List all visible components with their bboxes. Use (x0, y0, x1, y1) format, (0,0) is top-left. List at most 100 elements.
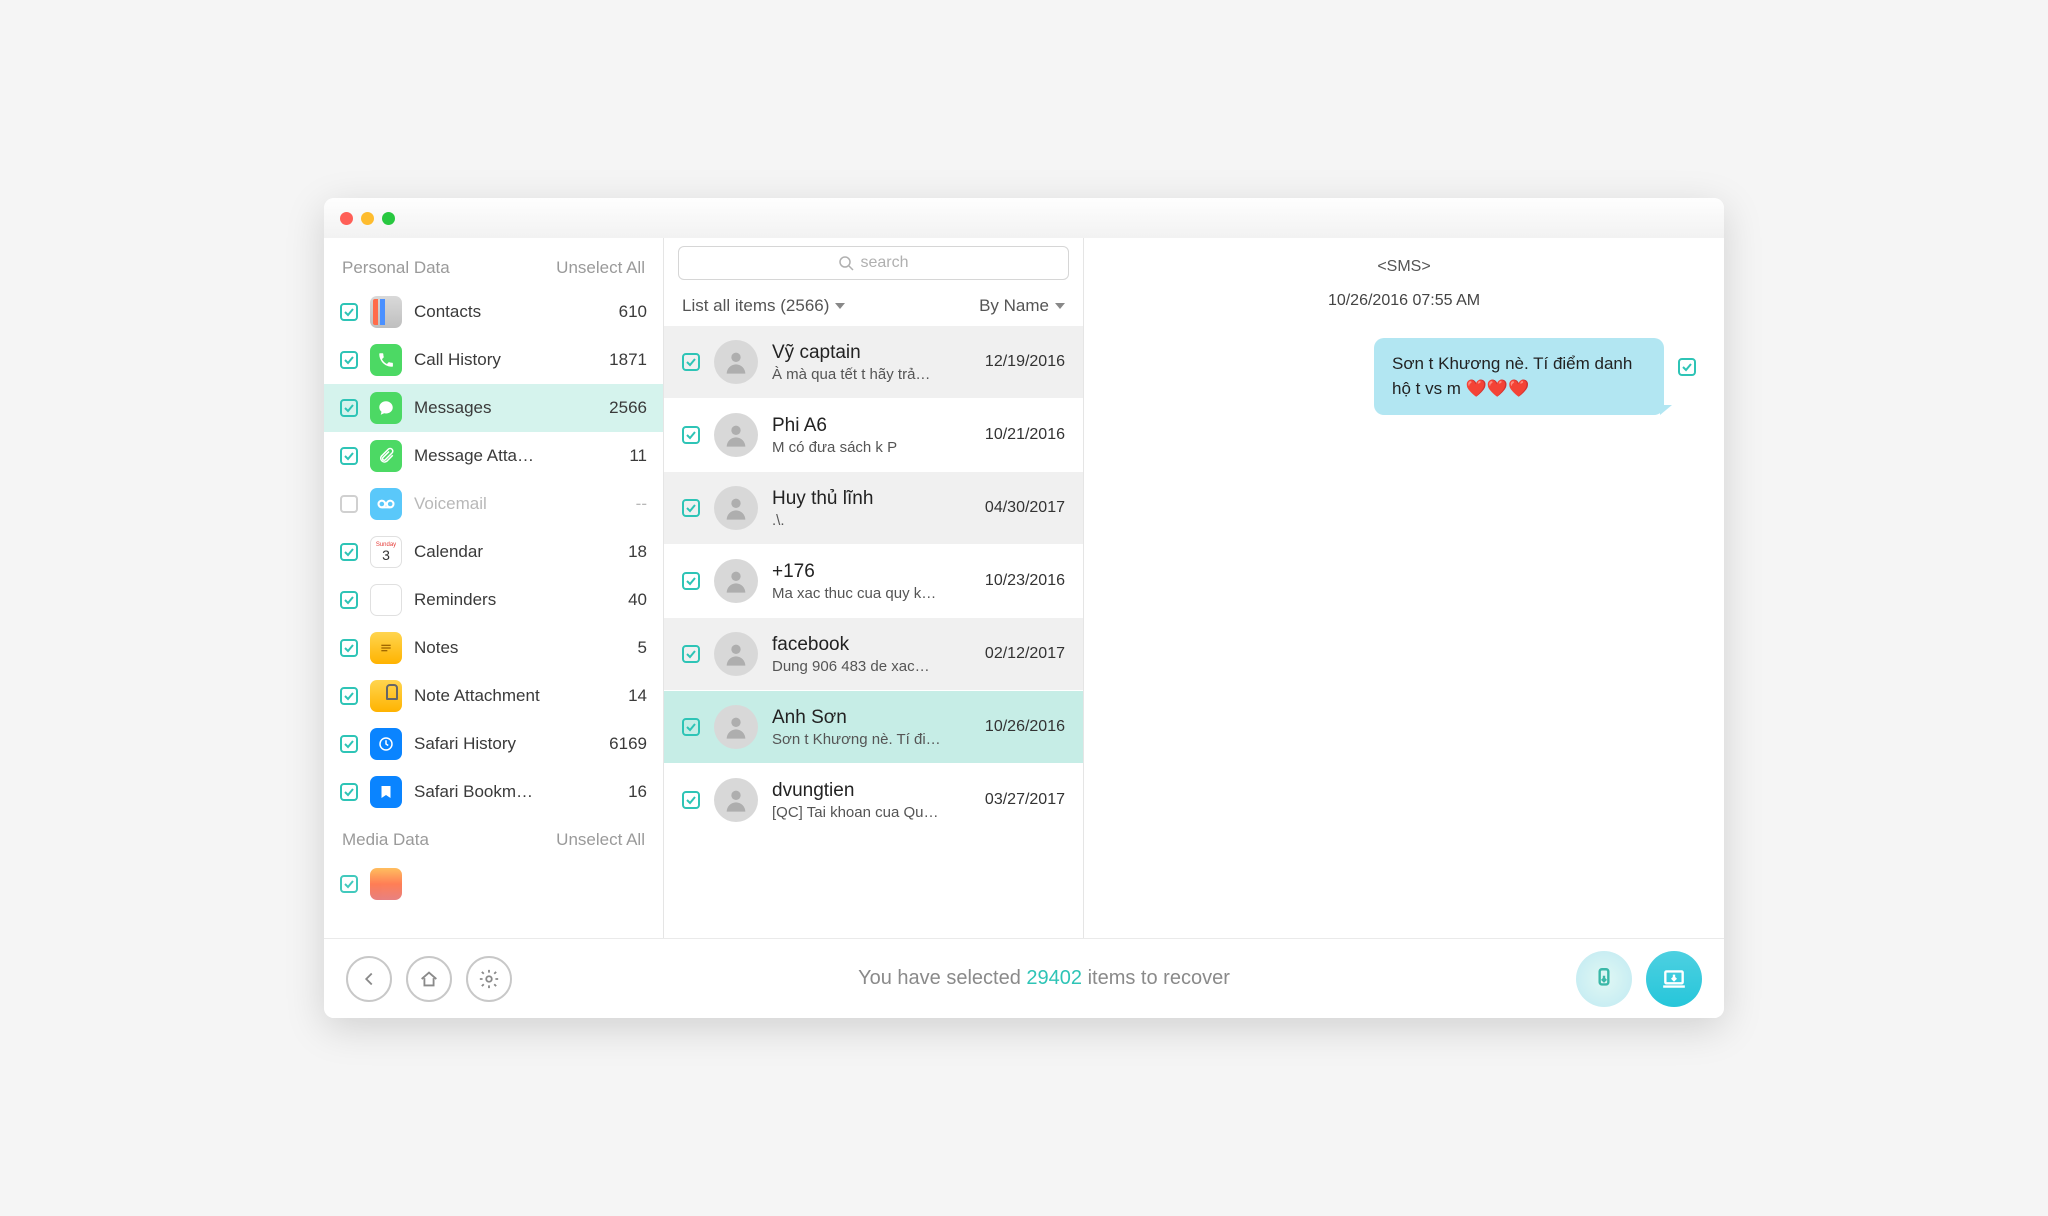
window-close-button[interactable] (340, 212, 353, 225)
sidebar-item-safari-bookm-[interactable]: Safari Bookm… 16 (324, 768, 663, 816)
sidebar-item-count: 18 (603, 542, 647, 562)
search-input[interactable]: search (678, 246, 1069, 280)
chevron-down-icon (835, 303, 845, 309)
checkbox-icon[interactable] (340, 351, 358, 369)
app-icon (370, 440, 402, 472)
sidebar-item-calendar[interactable]: Sunday3Calendar18 (324, 528, 663, 576)
sidebar-item-reminders[interactable]: Reminders40 (324, 576, 663, 624)
app-icon (370, 776, 402, 808)
window-minimize-button[interactable] (361, 212, 374, 225)
back-button[interactable] (346, 956, 392, 1002)
sidebar-item-count: 16 (603, 782, 647, 802)
sidebar-item-label: Note Attachment (414, 686, 591, 706)
message-row: Sơn t Khương nè. Tí điểm danh hộ t vs m … (1112, 338, 1696, 415)
message-checkbox[interactable] (1678, 358, 1696, 376)
window-maximize-button[interactable] (382, 212, 395, 225)
sidebar-item-label: Contacts (414, 302, 591, 322)
thread-name: Vỹ captain (772, 342, 971, 364)
thread-checkbox[interactable] (682, 791, 700, 809)
thread-checkbox[interactable] (682, 645, 700, 663)
sidebar-item-count: 5 (603, 638, 647, 658)
selection-status: You have selected 29402 items to recover (526, 967, 1562, 990)
sidebar-item-message-atta-[interactable]: Message Atta…11 (324, 432, 663, 480)
thread-item[interactable]: +176Ma xac thuc cua quy k…10/23/2016 (664, 545, 1083, 618)
filter-list-all[interactable]: List all items (2566) (682, 296, 845, 316)
checkbox-icon[interactable] (340, 639, 358, 657)
sidebar-item-label: Messages (414, 398, 591, 418)
checkbox-icon[interactable] (340, 591, 358, 609)
checkbox-icon[interactable] (340, 875, 358, 893)
sidebar-section-header-media: Media Data Unselect All (324, 816, 663, 860)
thread-text: Vỹ captainÀ mà qua tết t hãy trả… (772, 342, 971, 383)
app-icon (370, 680, 402, 712)
thread-preview: Sơn t Khương nè. Tí đi… (772, 731, 971, 748)
thread-item[interactable]: Vỹ captainÀ mà qua tết t hãy trả…12/19/2… (664, 326, 1083, 399)
checkbox-icon[interactable] (340, 543, 358, 561)
main-body: Personal Data Unselect All Contacts610Ca… (324, 238, 1724, 938)
app-icon (370, 584, 402, 616)
sidebar-item-voicemail[interactable]: Voicemail-- (324, 480, 663, 528)
checkbox-icon[interactable] (340, 687, 358, 705)
photos-icon (370, 868, 402, 900)
thread-list[interactable]: Vỹ captainÀ mà qua tết t hãy trả…12/19/2… (664, 326, 1083, 938)
sidebar-item-label: Call History (414, 350, 591, 370)
thread-name: dvungtien (772, 780, 971, 802)
message-type-label: <SMS> (1112, 258, 1696, 276)
gear-icon (478, 968, 500, 990)
thread-date: 03/27/2017 (985, 791, 1065, 809)
sidebar-item-count: 14 (603, 686, 647, 706)
thread-checkbox[interactable] (682, 426, 700, 444)
thread-item[interactable]: facebookDung 906 483 de xac…02/12/2017 (664, 618, 1083, 691)
thread-checkbox[interactable] (682, 353, 700, 371)
thread-checkbox[interactable] (682, 572, 700, 590)
thread-item[interactable]: Phi A6M có đưa sách k P10/21/2016 (664, 399, 1083, 472)
checkbox-icon[interactable] (340, 447, 358, 465)
app-icon (370, 296, 402, 328)
app-icon (370, 488, 402, 520)
recover-to-device-button[interactable] (1576, 951, 1632, 1007)
thread-name: Anh Sơn (772, 707, 971, 729)
settings-button[interactable] (466, 956, 512, 1002)
section-title: Personal Data (342, 258, 450, 278)
avatar-icon (714, 632, 758, 676)
sidebar-item-safari-history[interactable]: Safari History6169 (324, 720, 663, 768)
thread-checkbox[interactable] (682, 499, 700, 517)
selection-count: 29402 (1026, 967, 1082, 989)
message-detail-panel: <SMS> 10/26/2016 07:55 AM Sơn t Khương n… (1084, 238, 1724, 938)
avatar-icon (714, 486, 758, 530)
unselect-all-button[interactable]: Unselect All (556, 830, 645, 850)
footer-bar: You have selected 29402 items to recover (324, 938, 1724, 1018)
sort-by-name[interactable]: By Name (979, 296, 1065, 316)
sidebar-item-count: -- (603, 494, 647, 514)
sidebar-item-messages[interactable]: Messages2566 (324, 384, 663, 432)
checkbox-icon[interactable] (340, 735, 358, 753)
sidebar-item-note-attachment[interactable]: Note Attachment 14 (324, 672, 663, 720)
thread-text: Phi A6M có đưa sách k P (772, 415, 971, 456)
avatar-icon (714, 705, 758, 749)
search-placeholder: search (860, 254, 908, 272)
checkbox-icon[interactable] (340, 303, 358, 321)
thread-item[interactable]: dvungtien[QC] Tai khoan cua Qu…03/27/201… (664, 764, 1083, 837)
message-bubble: Sơn t Khương nè. Tí điểm danh hộ t vs m … (1374, 338, 1664, 415)
thread-item[interactable]: Huy thủ lĩnh.\.04/30/2017 (664, 472, 1083, 545)
sidebar-item-media-partial[interactable] (324, 860, 663, 908)
sidebar-item-contacts[interactable]: Contacts610 (324, 288, 663, 336)
thread-date: 04/30/2017 (985, 499, 1065, 517)
thread-checkbox[interactable] (682, 718, 700, 736)
thread-text: Anh Sơn Sơn t Khương nè. Tí đi… (772, 707, 971, 748)
sidebar-item-label: Safari Bookm… (414, 782, 591, 802)
sidebar-item-notes[interactable]: Notes5 (324, 624, 663, 672)
sidebar-item-label: Calendar (414, 542, 591, 562)
checkbox-icon[interactable] (340, 783, 358, 801)
checkbox-icon[interactable] (340, 495, 358, 513)
checkbox-icon[interactable] (340, 399, 358, 417)
sidebar-item-label: Safari History (414, 734, 591, 754)
sidebar-item-count: 40 (603, 590, 647, 610)
unselect-all-button[interactable]: Unselect All (556, 258, 645, 278)
sidebar-item-call-history[interactable]: Call History1871 (324, 336, 663, 384)
recover-to-computer-button[interactable] (1646, 951, 1702, 1007)
avatar-icon (714, 778, 758, 822)
home-button[interactable] (406, 956, 452, 1002)
thread-item[interactable]: Anh SơnSơn t Khương nè. Tí đi…10/26/2016 (664, 691, 1083, 764)
thread-name: facebook (772, 634, 971, 656)
